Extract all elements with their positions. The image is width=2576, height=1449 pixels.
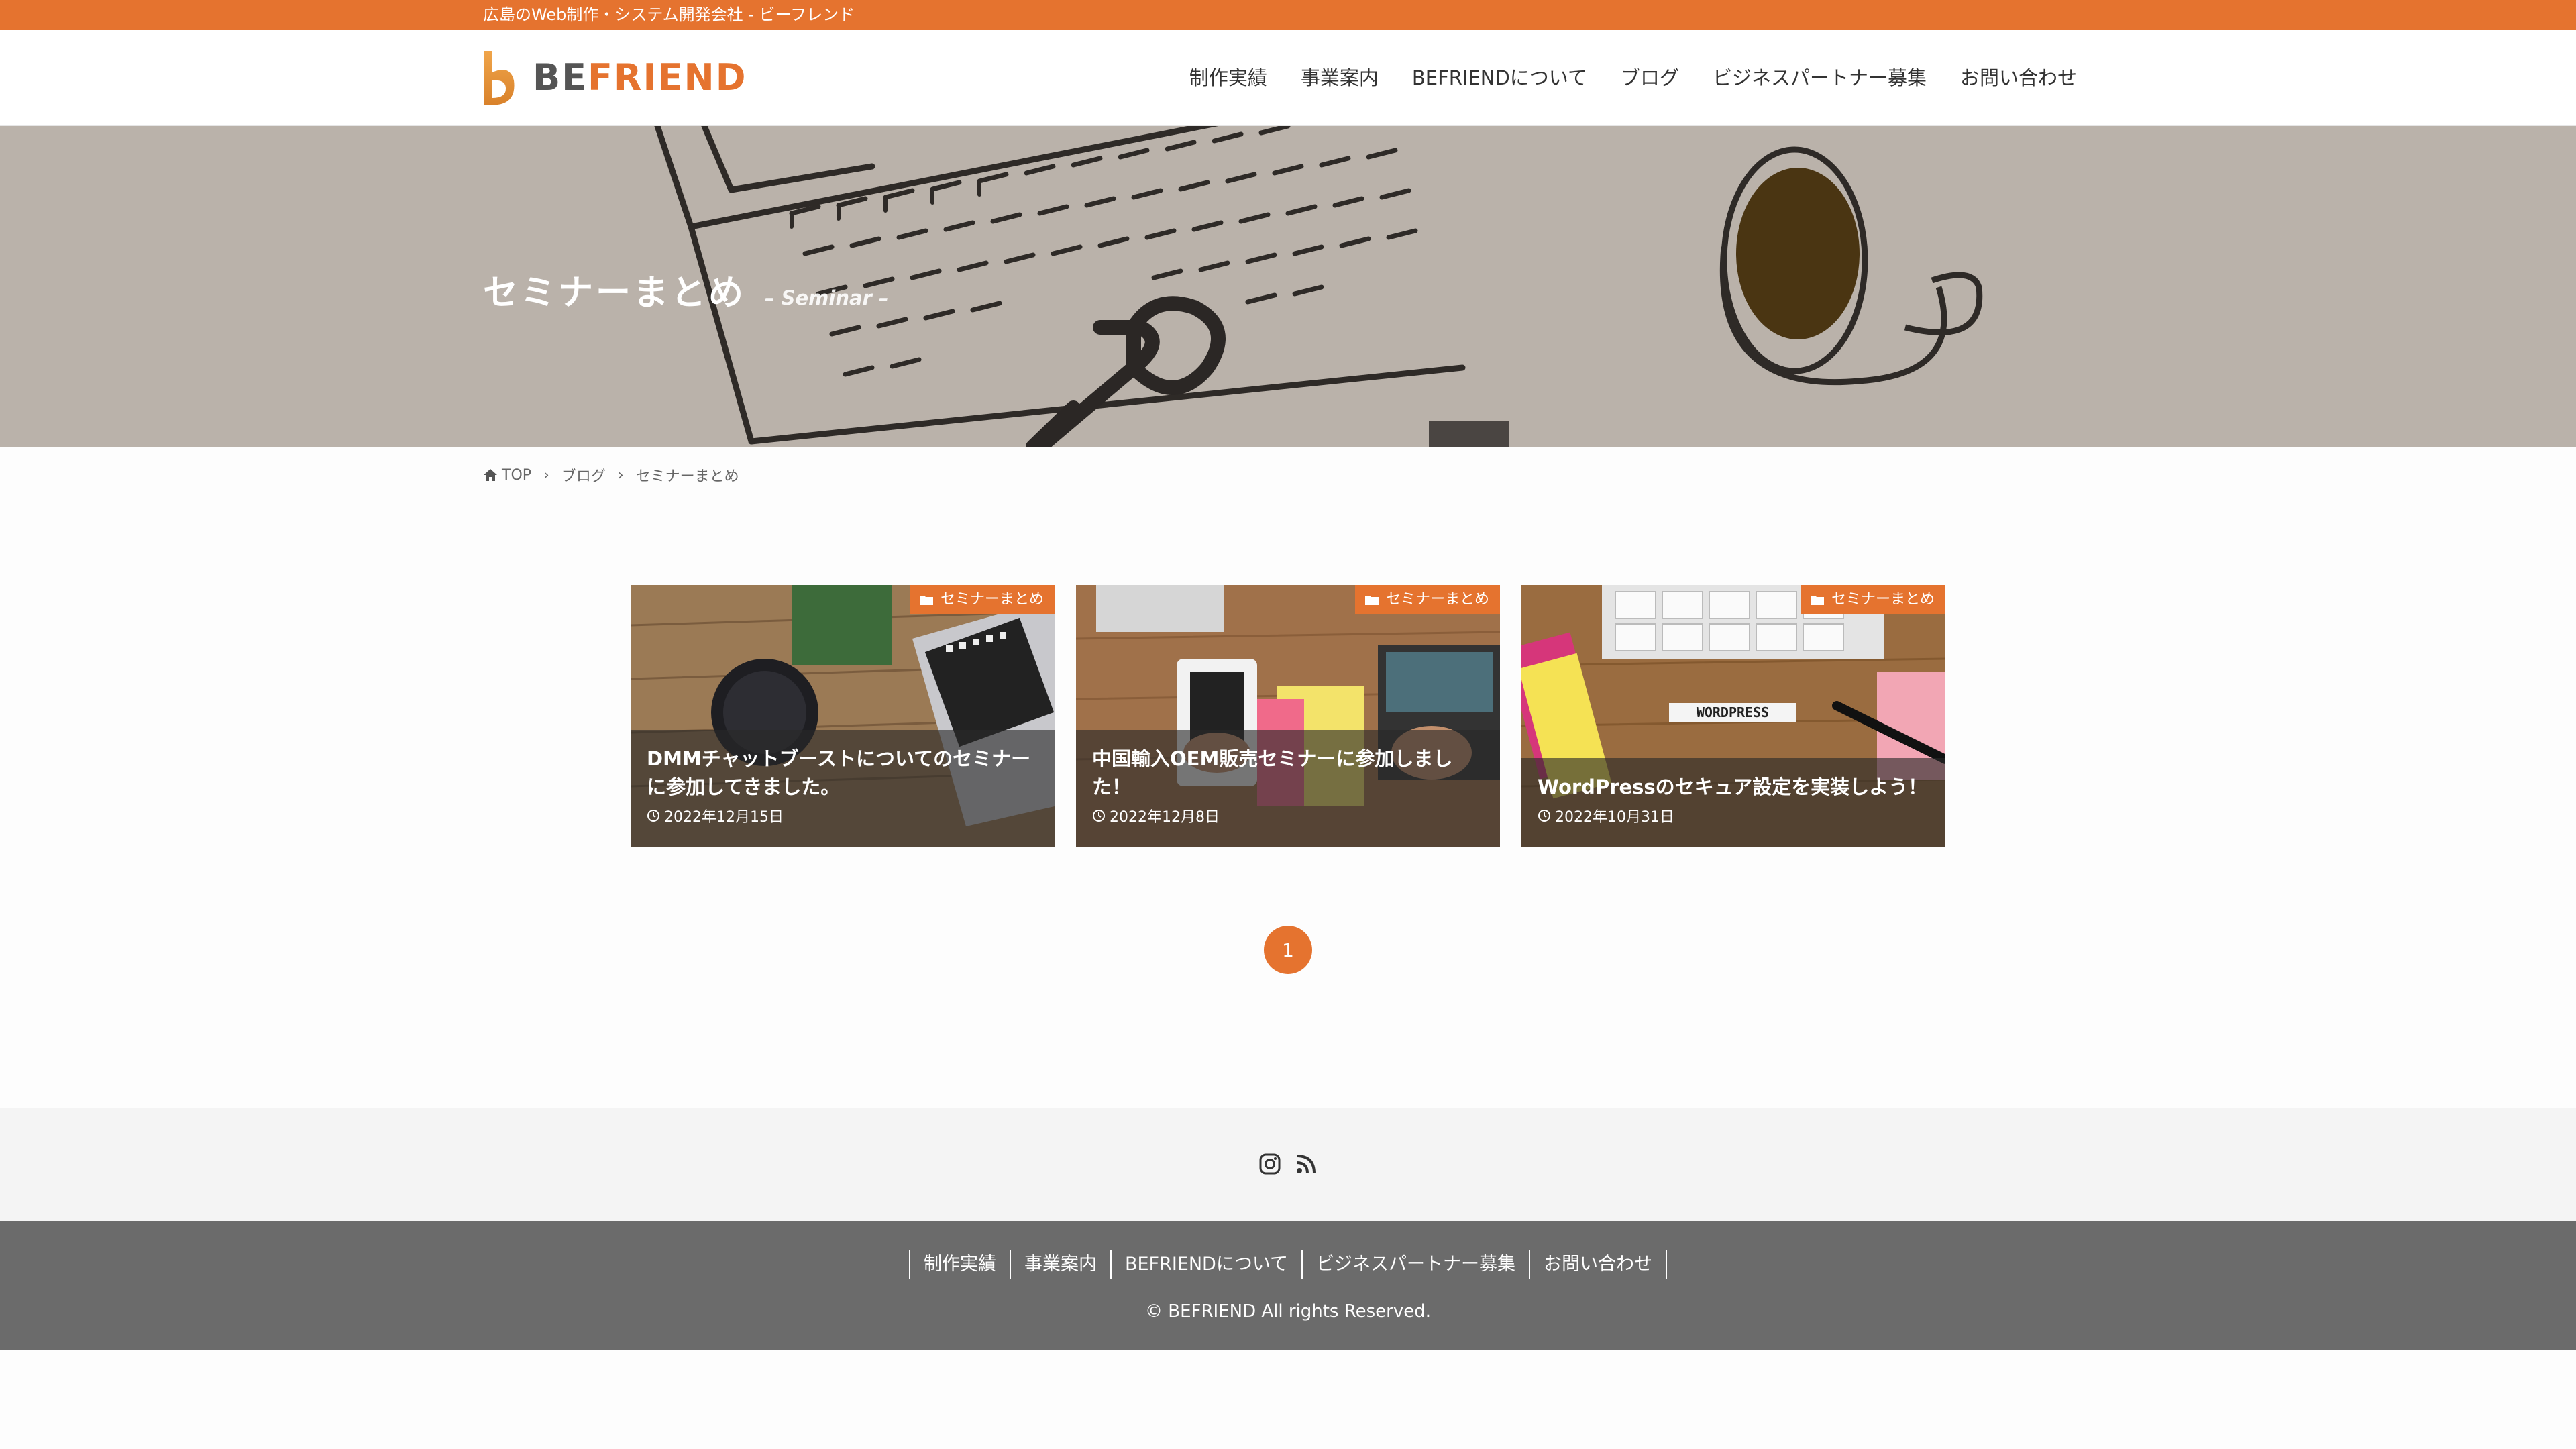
- rss-icon[interactable]: [1295, 1152, 1318, 1178]
- site-tagline: 広島のWeb制作・システム開発会社 - ビーフレンド: [483, 5, 855, 24]
- breadcrumb-blog[interactable]: ブログ: [561, 464, 606, 486]
- logo-text-be: BE: [533, 56, 588, 99]
- post-overlay: DMMチャットブーストについてのセミナーに参加してきました。 2022年12月1…: [631, 730, 1055, 847]
- footer-nav-works[interactable]: 制作実績: [908, 1250, 1010, 1279]
- copyright: © BEFRIEND All rights Reserved.: [1144, 1301, 1432, 1322]
- chevron-right-icon: ›: [617, 466, 624, 484]
- logo-mark-icon: [484, 51, 515, 105]
- nav-item-about[interactable]: BEFRIENDについて: [1412, 62, 1587, 94]
- footer-nav: 制作実績 事業案内 BEFRIENDについて ビジネスパートナー募集 お問い合わ…: [0, 1250, 2576, 1279]
- global-nav: 制作実績 事業案内 BEFRIENDについて ブログ ビジネスパートナー募集 お…: [1189, 62, 2077, 94]
- breadcrumb: TOP › ブログ › セミナーまとめ: [483, 464, 739, 486]
- footer-nav-partner[interactable]: ビジネスパートナー募集: [1301, 1250, 1529, 1279]
- footer-nav-services[interactable]: 事業案内: [1009, 1250, 1110, 1279]
- category-badge: セミナーまとめ: [909, 585, 1055, 614]
- post-card[interactable]: セミナーまとめ DMMチャットブーストについてのセミナーに参加してきました。 2…: [631, 585, 1055, 847]
- breadcrumb-top-label: TOP: [502, 466, 532, 484]
- category-label: セミナーまとめ: [940, 591, 1044, 608]
- post-list: セミナーまとめ DMMチャットブーストについてのセミナーに参加してきました。 2…: [631, 585, 1945, 847]
- post-overlay: WordPressのセキュア設定を実装しよう！ 2022年10月31日: [1521, 758, 1945, 847]
- folder-icon: [1364, 596, 1379, 605]
- folder-icon: [1810, 596, 1824, 605]
- folder-icon: [919, 596, 933, 605]
- footer-nav-about[interactable]: BEFRIENDについて: [1110, 1250, 1301, 1279]
- post-card[interactable]: WORDPRESS セミナーまとめ WordPressのセキュア設定を実装しよう…: [1521, 585, 1945, 847]
- instagram-icon[interactable]: [1258, 1152, 1281, 1178]
- footer-nav-contact[interactable]: お問い合わせ: [1529, 1250, 1668, 1279]
- post-title: WordPressのセキュア設定を実装しよう！: [1538, 775, 1928, 798]
- post-date-label: 2022年12月15日: [664, 809, 784, 826]
- page-title: セミナーまとめ – Seminar –: [483, 264, 888, 315]
- logo-text: BEFRIEND: [533, 50, 747, 106]
- page-title-en: – Seminar –: [765, 286, 889, 309]
- post-card[interactable]: セミナーまとめ 中国輸入OEM販売セミナーに参加しました！ 2022年12月8日: [1076, 585, 1500, 847]
- clock-icon: [1538, 810, 1550, 822]
- hero-background-image: [0, 126, 2576, 447]
- category-label: セミナーまとめ: [1831, 591, 1935, 608]
- post-title: DMMチャットブーストについてのセミナーに参加してきました。: [647, 747, 1031, 798]
- nav-item-partner[interactable]: ビジネスパートナー募集: [1713, 62, 1927, 94]
- top-bar: 広島のWeb制作・システム開発会社 - ビーフレンド: [0, 0, 2576, 30]
- home-icon: [484, 469, 497, 481]
- post-date-label: 2022年10月31日: [1555, 809, 1674, 826]
- nav-item-contact[interactable]: お問い合わせ: [1960, 62, 2077, 94]
- post-overlay: 中国輸入OEM販売セミナーに参加しました！ 2022年12月8日: [1076, 730, 1500, 847]
- breadcrumb-current: セミナーまとめ: [635, 468, 739, 485]
- breadcrumb-top[interactable]: TOP: [483, 467, 531, 484]
- post-date-label: 2022年12月8日: [1110, 809, 1220, 826]
- nav-item-blog[interactable]: ブログ: [1621, 62, 1679, 94]
- nav-item-works[interactable]: 制作実績: [1189, 62, 1267, 94]
- pagination-current-page[interactable]: 1: [1264, 926, 1312, 974]
- page-title-jp: セミナーまとめ: [483, 273, 747, 313]
- thumbnail-wordpress-text: WORDPRESS: [1697, 704, 1769, 720]
- site-header: BEFRIEND 制作実績 事業案内 BEFRIENDについて ブログ ビジネス…: [0, 30, 2576, 126]
- post-date: 2022年12月8日: [1092, 805, 1484, 826]
- social-bar: [0, 1108, 2576, 1221]
- clock-icon: [1093, 810, 1105, 822]
- category-badge: セミナーまとめ: [1800, 585, 1945, 614]
- post-title: 中国輸入OEM販売セミナーに参加しました！: [1092, 747, 1453, 798]
- category-badge: セミナーまとめ: [1354, 585, 1500, 614]
- post-date: 2022年12月15日: [647, 805, 1038, 826]
- post-date: 2022年10月31日: [1538, 805, 1929, 826]
- site-footer: 制作実績 事業案内 BEFRIENDについて ビジネスパートナー募集 お問い合わ…: [0, 1221, 2576, 1350]
- clock-icon: [647, 810, 659, 822]
- category-label: セミナーまとめ: [1385, 591, 1489, 608]
- logo-text-friend: FRIEND: [588, 56, 747, 99]
- nav-item-services[interactable]: 事業案内: [1301, 62, 1379, 94]
- page-hero: セミナーまとめ – Seminar –: [0, 126, 2576, 447]
- site-logo[interactable]: BEFRIEND: [483, 50, 747, 106]
- chevron-right-icon: ›: [543, 466, 549, 484]
